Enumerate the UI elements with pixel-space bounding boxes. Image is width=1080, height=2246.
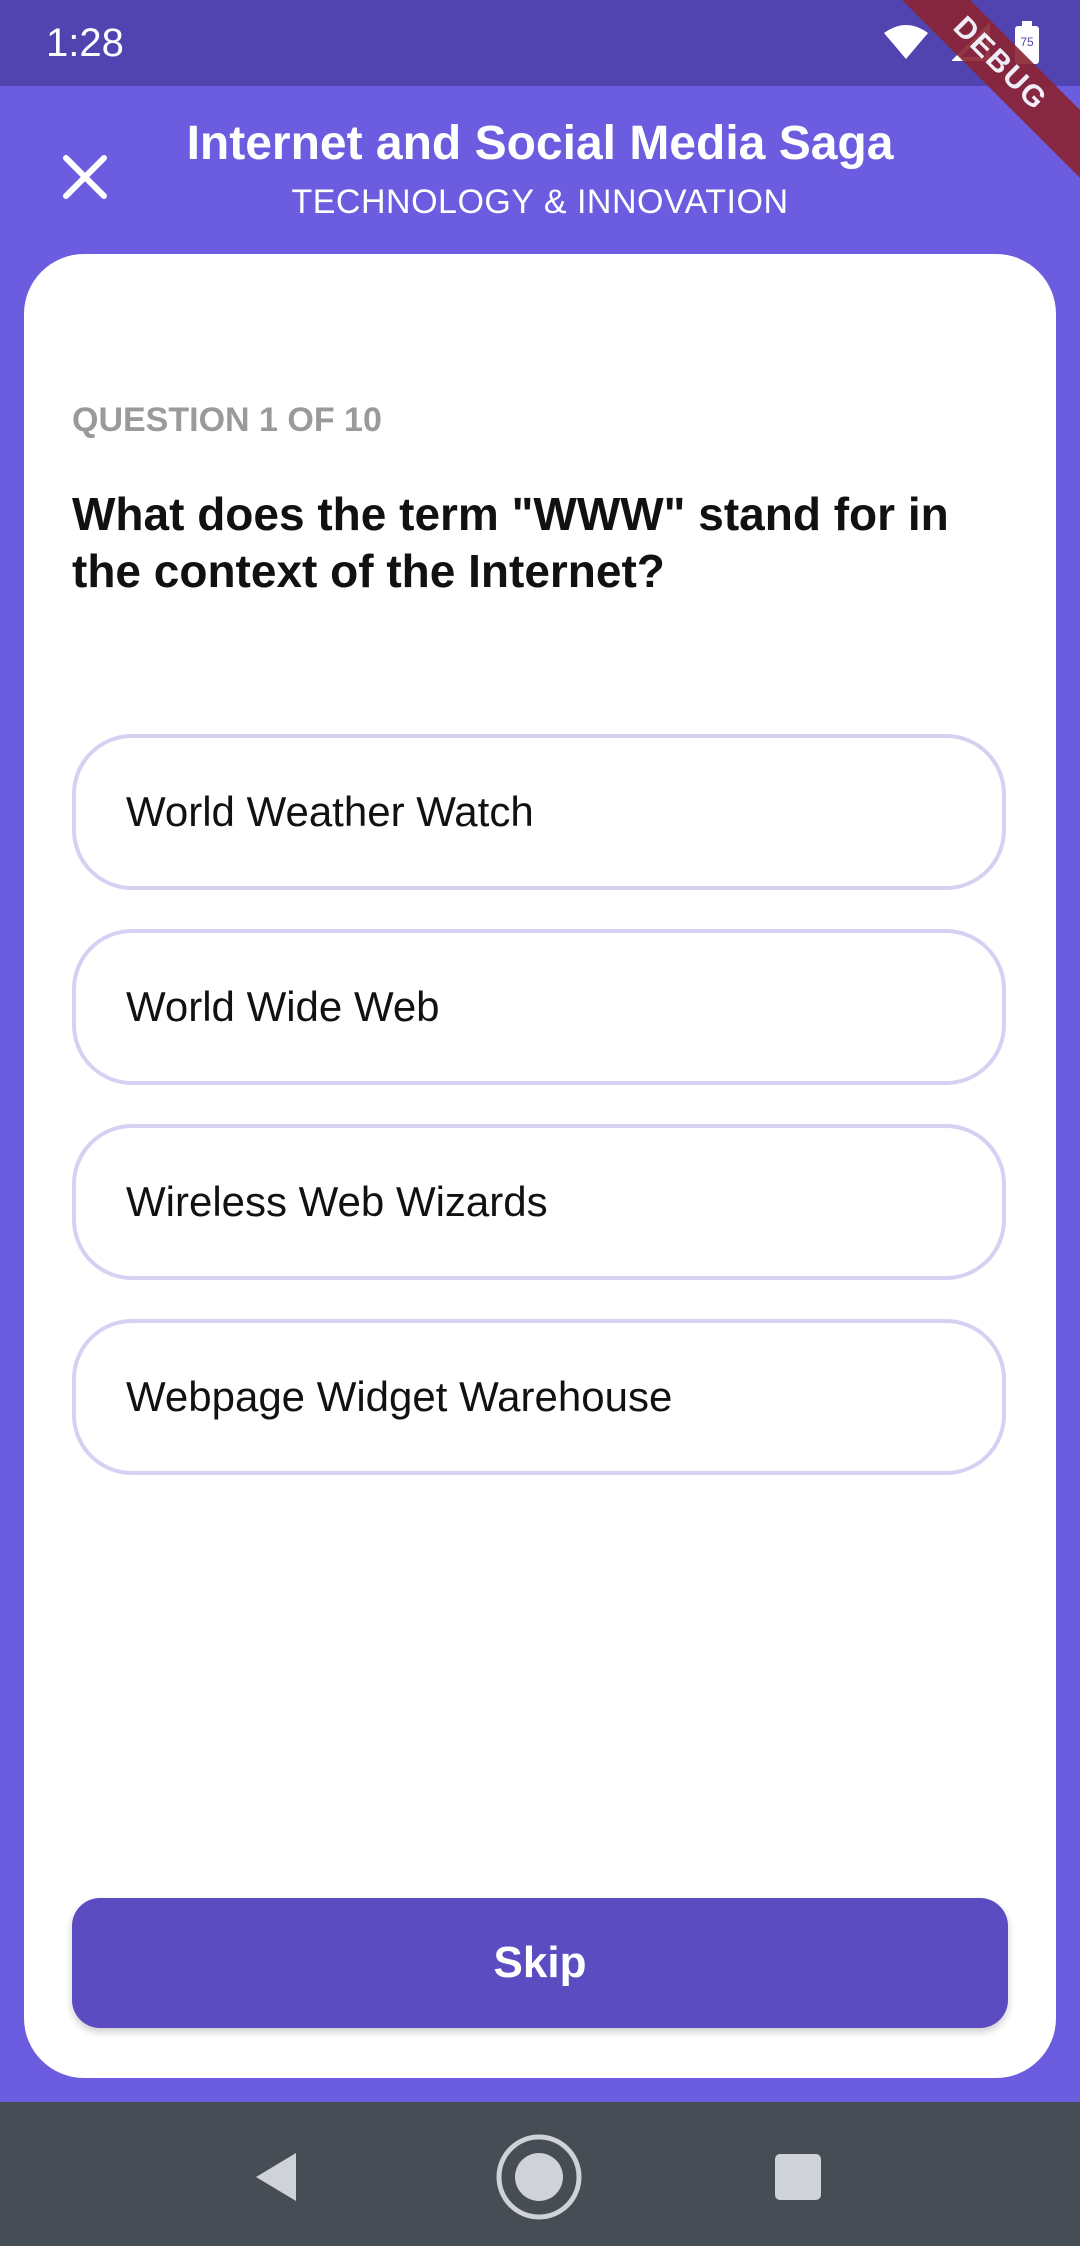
recents-icon <box>775 2154 821 2200</box>
answer-options: World Weather Watch World Wide Web Wirel… <box>72 734 1006 1514</box>
answer-option[interactable]: Webpage Widget Warehouse <box>72 1319 1006 1475</box>
back-button[interactable] <box>230 2132 320 2222</box>
page-subtitle: TECHNOLOGY & INNOVATION <box>291 183 789 221</box>
close-icon <box>63 155 107 199</box>
system-nav-bar <box>0 2102 1080 2246</box>
question-card: QUESTION 1 OF 10 What does the term "WWW… <box>24 254 1056 2078</box>
back-icon <box>256 2153 296 2201</box>
question-text: What does the term "WWW" stand for in th… <box>72 488 949 597</box>
question-counter: QUESTION 1 OF 10 <box>72 401 382 439</box>
skip-button[interactable]: Skip <box>72 1898 1008 2028</box>
answer-option[interactable]: World Wide Web <box>72 929 1006 1085</box>
wifi-icon <box>882 23 930 63</box>
home-button[interactable] <box>494 2132 584 2222</box>
answer-option[interactable]: World Weather Watch <box>72 734 1006 890</box>
close-button[interactable] <box>50 142 120 212</box>
recents-button[interactable] <box>753 2132 843 2222</box>
answer-option-label: World Wide Web <box>126 983 440 1030</box>
answer-option-label: World Weather Watch <box>126 788 534 835</box>
answer-option[interactable]: Wireless Web Wizards <box>72 1124 1006 1280</box>
answer-option-label: Webpage Widget Warehouse <box>126 1373 673 1420</box>
app-header: Internet and Social Media Saga TECHNOLOG… <box>0 86 1080 254</box>
answer-option-label: Wireless Web Wizards <box>126 1178 548 1225</box>
status-time: 1:28 <box>46 21 124 65</box>
home-icon <box>496 2134 582 2220</box>
page-title: Internet and Social Media Saga <box>186 117 894 170</box>
battery-level: 75 <box>1020 35 1034 49</box>
